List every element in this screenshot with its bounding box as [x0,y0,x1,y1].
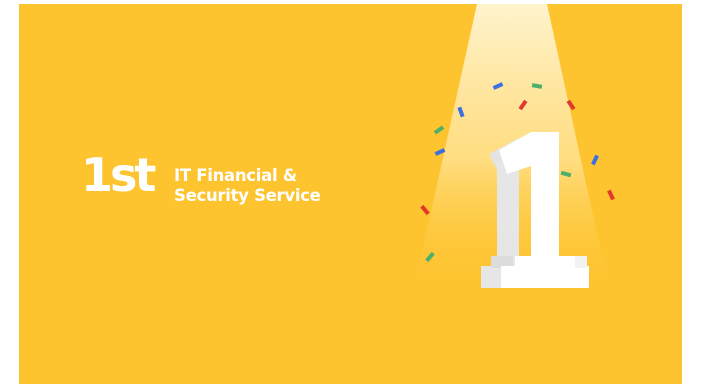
award-title-line-1: IT Financial & [174,166,297,185]
rank-label: 1st [81,148,156,202]
award-title-line-2: Security Service [174,186,321,205]
slide-canvas: 1st IT Financial & Security Service [19,4,682,384]
award-title: IT Financial & Security Service [174,166,321,206]
